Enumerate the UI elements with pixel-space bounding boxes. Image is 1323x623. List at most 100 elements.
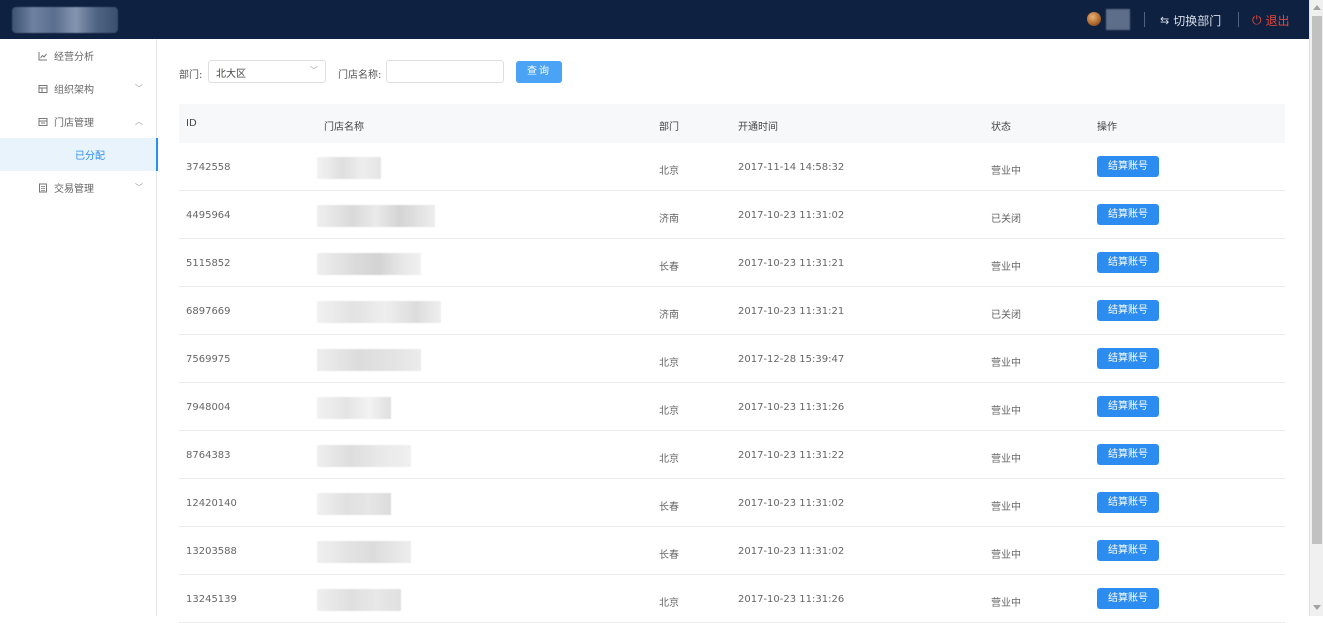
- cell-dept: 北京: [659, 454, 679, 465]
- table-row: 6897669 济南 2017-10-23 11:31:21 已关闭 结算账号: [179, 287, 1285, 335]
- cell-time: 2017-10-23 11:31:02: [738, 546, 845, 557]
- settlement-account-button[interactable]: 结算账号: [1097, 444, 1159, 465]
- cell-store-name-redacted: [317, 157, 381, 179]
- settlement-account-button[interactable]: 结算账号: [1097, 588, 1159, 609]
- chart-line-icon: [38, 51, 48, 61]
- scroll-up-icon[interactable]: [1313, 5, 1321, 10]
- cell-store-name-redacted: [317, 397, 391, 419]
- sidebar-item-store-management[interactable]: 门店管理 ︿: [0, 105, 157, 138]
- store-name-label: 门店名称:: [338, 70, 382, 81]
- sidebar-item-org-structure[interactable]: 组织架构 ﹀: [0, 72, 157, 105]
- cell-id: 13245139: [186, 594, 237, 605]
- settlement-account-button[interactable]: 结算账号: [1097, 396, 1159, 417]
- cell-store-name-redacted: [317, 589, 401, 611]
- cell-id: 5115852: [186, 258, 231, 269]
- cell-dept: 北京: [659, 358, 679, 369]
- cell-store-name-redacted: [317, 253, 421, 275]
- table-row: 7569975 北京 2017-12-28 15:39:47 营业中 结算账号: [179, 335, 1285, 383]
- department-label: 部门:: [179, 70, 203, 81]
- sidebar-item-assigned[interactable]: 已分配: [0, 138, 158, 171]
- cell-store-name-redacted: [317, 301, 441, 323]
- cell-id: 3742558: [186, 162, 231, 173]
- cell-time: 2017-10-23 11:31:22: [738, 450, 845, 461]
- table-row: 13203588 长春 2017-10-23 11:31:02 营业中 结算账号: [179, 527, 1285, 575]
- chevron-down-icon: ﹀: [135, 183, 143, 192]
- column-header-status: 状态: [991, 122, 1011, 133]
- cell-status: 营业中: [991, 166, 1021, 177]
- cell-status: 营业中: [991, 454, 1021, 465]
- cell-status: 已关闭: [991, 214, 1021, 225]
- settlement-account-button[interactable]: 结算账号: [1097, 204, 1159, 225]
- cell-dept: 济南: [659, 214, 679, 225]
- table-row: 5115852 长春 2017-10-23 11:31:21 营业中 结算账号: [179, 239, 1285, 287]
- settlement-account-button[interactable]: 结算账号: [1097, 348, 1159, 369]
- cell-id: 7569975: [186, 354, 231, 365]
- scrollbar-thumb[interactable]: [1312, 16, 1322, 544]
- cell-id: 13203588: [186, 546, 237, 557]
- logo[interactable]: [12, 7, 118, 33]
- table-row: 3742558 北京 2017-11-14 14:58:32 营业中 结算账号: [179, 143, 1285, 191]
- top-header: ⇆ 切换部门 ⏻ 退出: [0, 0, 1309, 39]
- avatar[interactable]: [1087, 12, 1101, 26]
- department-select-value: 北大区: [216, 69, 246, 80]
- header-divider: [1238, 12, 1239, 27]
- chevron-down-icon: ﹀: [135, 84, 143, 93]
- cell-store-name-redacted: [317, 349, 421, 371]
- switch-department-button[interactable]: ⇆ 切换部门: [1160, 12, 1221, 29]
- table-row: 8764383 北京 2017-10-23 11:31:22 营业中 结算账号: [179, 431, 1285, 479]
- query-button[interactable]: 查询: [516, 61, 562, 83]
- settlement-account-button[interactable]: 结算账号: [1097, 156, 1159, 177]
- cell-id: 6897669: [186, 306, 231, 317]
- cell-store-name-redacted: [317, 541, 411, 563]
- cell-store-name-redacted: [317, 205, 435, 227]
- cell-status: 已关闭: [991, 310, 1021, 321]
- cell-id: 7948004: [186, 402, 231, 413]
- logout-label: 退出: [1265, 14, 1290, 28]
- cell-id: 8764383: [186, 450, 231, 461]
- cell-dept: 北京: [659, 166, 679, 177]
- cell-time: 2017-11-14 14:58:32: [738, 162, 845, 173]
- cell-status: 营业中: [991, 262, 1021, 273]
- table-header: ID 门店名称 部门 开通时间 状态 操作: [179, 104, 1285, 143]
- cell-store-name-redacted: [317, 493, 391, 515]
- cell-time: 2017-10-23 11:31:21: [738, 306, 845, 317]
- cell-dept: 长春: [659, 502, 679, 513]
- switch-department-label: 切换部门: [1173, 14, 1222, 28]
- column-header-action: 操作: [1097, 122, 1117, 133]
- column-header-id: ID: [186, 118, 197, 129]
- logout-button[interactable]: ⏻ 退出: [1252, 12, 1290, 29]
- cell-time: 2017-12-28 15:39:47: [738, 354, 845, 365]
- settlement-account-button[interactable]: 结算账号: [1097, 252, 1159, 273]
- cell-time: 2017-10-23 11:31:02: [738, 498, 845, 509]
- settlement-account-button[interactable]: 结算账号: [1097, 492, 1159, 513]
- cell-store-name-redacted: [317, 445, 411, 467]
- settlement-account-button[interactable]: 结算账号: [1097, 300, 1159, 321]
- list-icon: [38, 183, 48, 193]
- sidebar: 经营分析 组织架构 ﹀ 门店管理 ︿ 已分配 交易管理 ﹀: [0, 39, 158, 616]
- cell-status: 营业中: [991, 406, 1021, 417]
- cell-time: 2017-10-23 11:31:02: [738, 210, 845, 221]
- cell-time: 2017-10-23 11:31:26: [738, 594, 845, 605]
- scroll-down-icon[interactable]: [1313, 605, 1321, 610]
- power-icon: ⏻: [1252, 13, 1262, 27]
- user-name[interactable]: [1106, 9, 1130, 30]
- vertical-scrollbar[interactable]: [1309, 0, 1323, 616]
- org-icon: [38, 84, 48, 94]
- store-name-input[interactable]: [386, 60, 504, 83]
- table-body: 3742558 北京 2017-11-14 14:58:32 营业中 结算账号 …: [179, 143, 1285, 623]
- table-row: 12420140 长春 2017-10-23 11:31:02 营业中 结算账号: [179, 479, 1285, 527]
- column-header-dept: 部门: [659, 122, 679, 133]
- cell-dept: 北京: [659, 598, 679, 609]
- sidebar-item-transaction-management[interactable]: 交易管理 ﹀: [0, 171, 157, 204]
- table-row: 7948004 北京 2017-10-23 11:31:26 营业中 结算账号: [179, 383, 1285, 431]
- settlement-account-button[interactable]: 结算账号: [1097, 540, 1159, 561]
- column-header-time: 开通时间: [738, 122, 778, 133]
- swap-icon: ⇆: [1160, 14, 1170, 27]
- department-select[interactable]: 北大区 ﹀: [208, 60, 326, 83]
- cell-id: 4495964: [186, 210, 231, 221]
- header-divider: [1144, 12, 1145, 27]
- cell-id: 12420140: [186, 498, 237, 509]
- store-table: ID 门店名称 部门 开通时间 状态 操作 3742558 北京 2017-11…: [179, 104, 1285, 623]
- sidebar-item-business-analysis[interactable]: 经营分析: [0, 39, 157, 72]
- cell-time: 2017-10-23 11:31:21: [738, 258, 845, 269]
